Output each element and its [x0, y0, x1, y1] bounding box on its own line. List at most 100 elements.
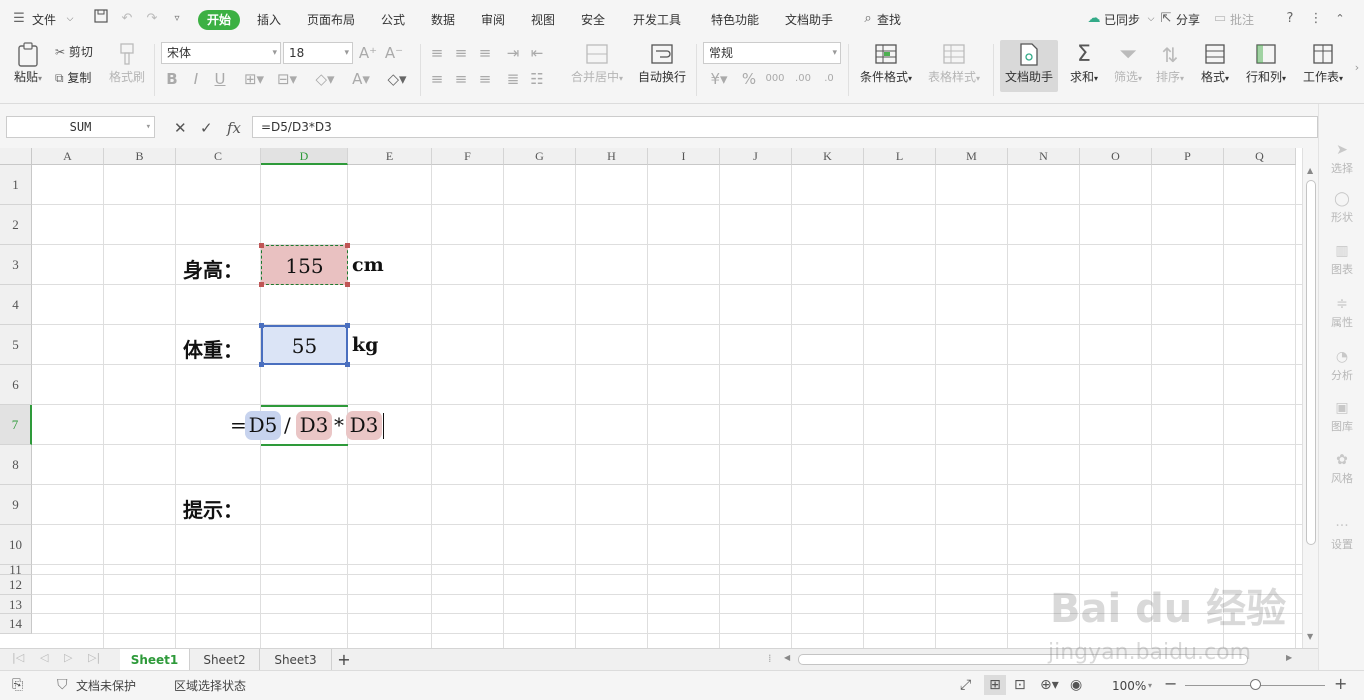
column-header-h[interactable]: H [576, 148, 648, 165]
cell-style-icon[interactable]: ⊟▾ [273, 69, 301, 89]
file-menu[interactable]: 文件 [32, 10, 56, 30]
spreadsheet-grid[interactable]: ABCDEFGHIJKLMNOPQ 1 2 3 4 5 6 7 8 9 10 11 12 13 14 身高… [0, 148, 1302, 648]
font-color-icon[interactable]: A▾ [347, 69, 375, 89]
share-button[interactable]: 分享 [1176, 10, 1200, 30]
font-size-select[interactable]: 18 ▾ [283, 42, 353, 64]
percent-icon[interactable]: % [740, 69, 758, 89]
next-sheet-icon[interactable]: ▷ [64, 651, 72, 664]
redo-icon[interactable]: ↷ [143, 9, 161, 29]
ribbon-scroll-right-icon[interactable]: › [1351, 58, 1363, 78]
wrap-text-button[interactable]: 自动换行 [636, 42, 688, 85]
column-header-p[interactable]: P [1152, 148, 1224, 165]
column-header-d[interactable]: D [261, 148, 348, 165]
undo-icon[interactable]: ↶ [118, 9, 136, 29]
row-header-6[interactable]: 6 [0, 365, 32, 405]
range-handle[interactable] [259, 282, 264, 287]
distribute-icon[interactable]: ☷ [528, 69, 546, 89]
reading-layout-icon[interactable]: ⊕▾ [1040, 677, 1059, 693]
borders-icon[interactable]: ⊞▾ [240, 69, 268, 89]
column-header-f[interactable]: F [432, 148, 504, 165]
search-icon[interactable]: ⌕ [859, 9, 877, 29]
zoom-dropdown-icon[interactable]: ▾ [1148, 678, 1152, 694]
splitter-icon[interactable]: ⁞ [768, 652, 772, 665]
worksheet-button[interactable]: 工作表▾ [1298, 42, 1348, 85]
currency-icon[interactable]: ¥▾ [706, 69, 732, 89]
column-header-q[interactable]: Q [1224, 148, 1296, 165]
page-break-view-icon[interactable]: ⊡ [1014, 677, 1026, 693]
horizontal-scrollbar[interactable]: ◀ ▶ [780, 653, 1300, 667]
row-header-4[interactable]: 4 [0, 285, 32, 325]
side-shape-button[interactable]: ◯ 形状 [1319, 191, 1364, 225]
zoom-in-icon[interactable]: + [1334, 674, 1347, 693]
column-header-o[interactable]: O [1080, 148, 1152, 165]
align-middle-icon[interactable]: ≡ [452, 43, 470, 63]
row-header-8[interactable]: 8 [0, 445, 32, 485]
conditional-format-button[interactable]: 条件格式▾ [856, 42, 916, 85]
column-header-l[interactable]: L [864, 148, 936, 165]
sort-button[interactable]: ⇅ 排序▾ [1152, 42, 1188, 85]
font-name-select[interactable]: 宋体 ▾ [161, 42, 281, 64]
row-header-1[interactable]: 1 [0, 165, 32, 205]
formula-input[interactable]: =D5/D3*D3 [252, 116, 1318, 138]
tab-insert[interactable]: 插入 [257, 10, 281, 30]
normal-view-icon[interactable]: ⊞ [984, 675, 1006, 695]
copy-button[interactable]: ⧉ 复制 [55, 68, 91, 88]
format-painter-button[interactable]: 格式刷 [106, 42, 148, 85]
zoom-slider-knob[interactable] [1250, 679, 1261, 690]
search-button[interactable]: 查找 [877, 10, 901, 30]
underline-icon[interactable]: U [212, 69, 228, 89]
help-icon[interactable]: ? [1281, 9, 1299, 29]
sheet-tab-3[interactable]: Sheet3 [260, 649, 332, 671]
row-header-10[interactable]: 10 [0, 525, 32, 565]
italic-icon[interactable]: I [188, 69, 204, 89]
paste-button[interactable]: 粘贴▾ [8, 42, 48, 85]
hamburger-icon[interactable]: ☰ [10, 9, 28, 29]
range-handle[interactable] [259, 243, 264, 248]
row-header-14[interactable]: 14 [0, 614, 32, 634]
row-header-13[interactable]: 13 [0, 595, 32, 614]
cut-button[interactable]: ✂ 剪切 [55, 42, 93, 62]
column-header-g[interactable]: G [504, 148, 576, 165]
increase-font-icon[interactable]: A⁺ [358, 43, 378, 63]
row-header-3[interactable]: 3 [0, 245, 32, 285]
vertical-scrollbar[interactable]: ▲ ▼ [1302, 148, 1318, 648]
comment-icon[interactable]: ▭ [1211, 9, 1229, 29]
tab-doc-assistant[interactable]: 文档助手 [785, 10, 833, 30]
column-header-n[interactable]: N [1008, 148, 1080, 165]
tab-review[interactable]: 审阅 [481, 10, 505, 30]
column-header-a[interactable]: A [32, 148, 104, 165]
select-all-corner[interactable] [0, 148, 32, 165]
align-left-icon[interactable]: ≡ [428, 69, 446, 89]
decrease-decimal-icon[interactable]: .0 [818, 69, 840, 89]
side-chart-button[interactable]: ▥ 图表 [1319, 243, 1364, 277]
scroll-right-icon[interactable]: ▶ [1286, 653, 1292, 662]
format-button[interactable]: 格式▾ [1196, 42, 1234, 85]
filter-button[interactable]: ⏷ 筛选▾ [1110, 42, 1146, 85]
column-header-m[interactable]: M [936, 148, 1008, 165]
column-header-b[interactable]: B [104, 148, 176, 165]
zoom-out-icon[interactable]: − [1164, 674, 1177, 693]
comment-button[interactable]: 批注 [1230, 10, 1254, 30]
horizontal-scroll-thumb[interactable] [798, 654, 1248, 665]
macro-icon[interactable]: ⎘ [12, 677, 23, 693]
side-select-button[interactable]: ➤ 选择 [1319, 142, 1364, 176]
tab-formula[interactable]: 公式 [381, 10, 405, 30]
cancel-formula-icon[interactable]: ✕ [174, 118, 187, 138]
row-header-12[interactable]: 12 [0, 575, 32, 595]
scroll-down-icon[interactable]: ▼ [1307, 632, 1313, 641]
insert-function-button[interactable]: fx [227, 118, 241, 138]
collapse-ribbon-icon[interactable]: ⌃ [1331, 9, 1349, 29]
tab-security[interactable]: 安全 [581, 10, 605, 30]
sheet-tab-1[interactable]: Sheet1 [120, 649, 190, 671]
side-style-button[interactable]: ✿ 风格 [1319, 452, 1364, 486]
clear-icon[interactable]: ◇▾ [383, 69, 411, 89]
range-handle[interactable] [345, 282, 350, 287]
range-handle[interactable] [345, 362, 350, 367]
sync-status[interactable]: 已同步 [1104, 10, 1140, 30]
row-header-11[interactable]: 11 [0, 563, 32, 576]
table-style-button[interactable]: 表格样式▾ [922, 42, 986, 85]
first-sheet-icon[interactable]: |◁ [12, 651, 24, 664]
doc-protect-status[interactable]: 文档未保护 [76, 678, 136, 694]
sum-button[interactable]: Σ 求和▾ [1066, 42, 1102, 85]
range-handle[interactable] [259, 362, 264, 367]
